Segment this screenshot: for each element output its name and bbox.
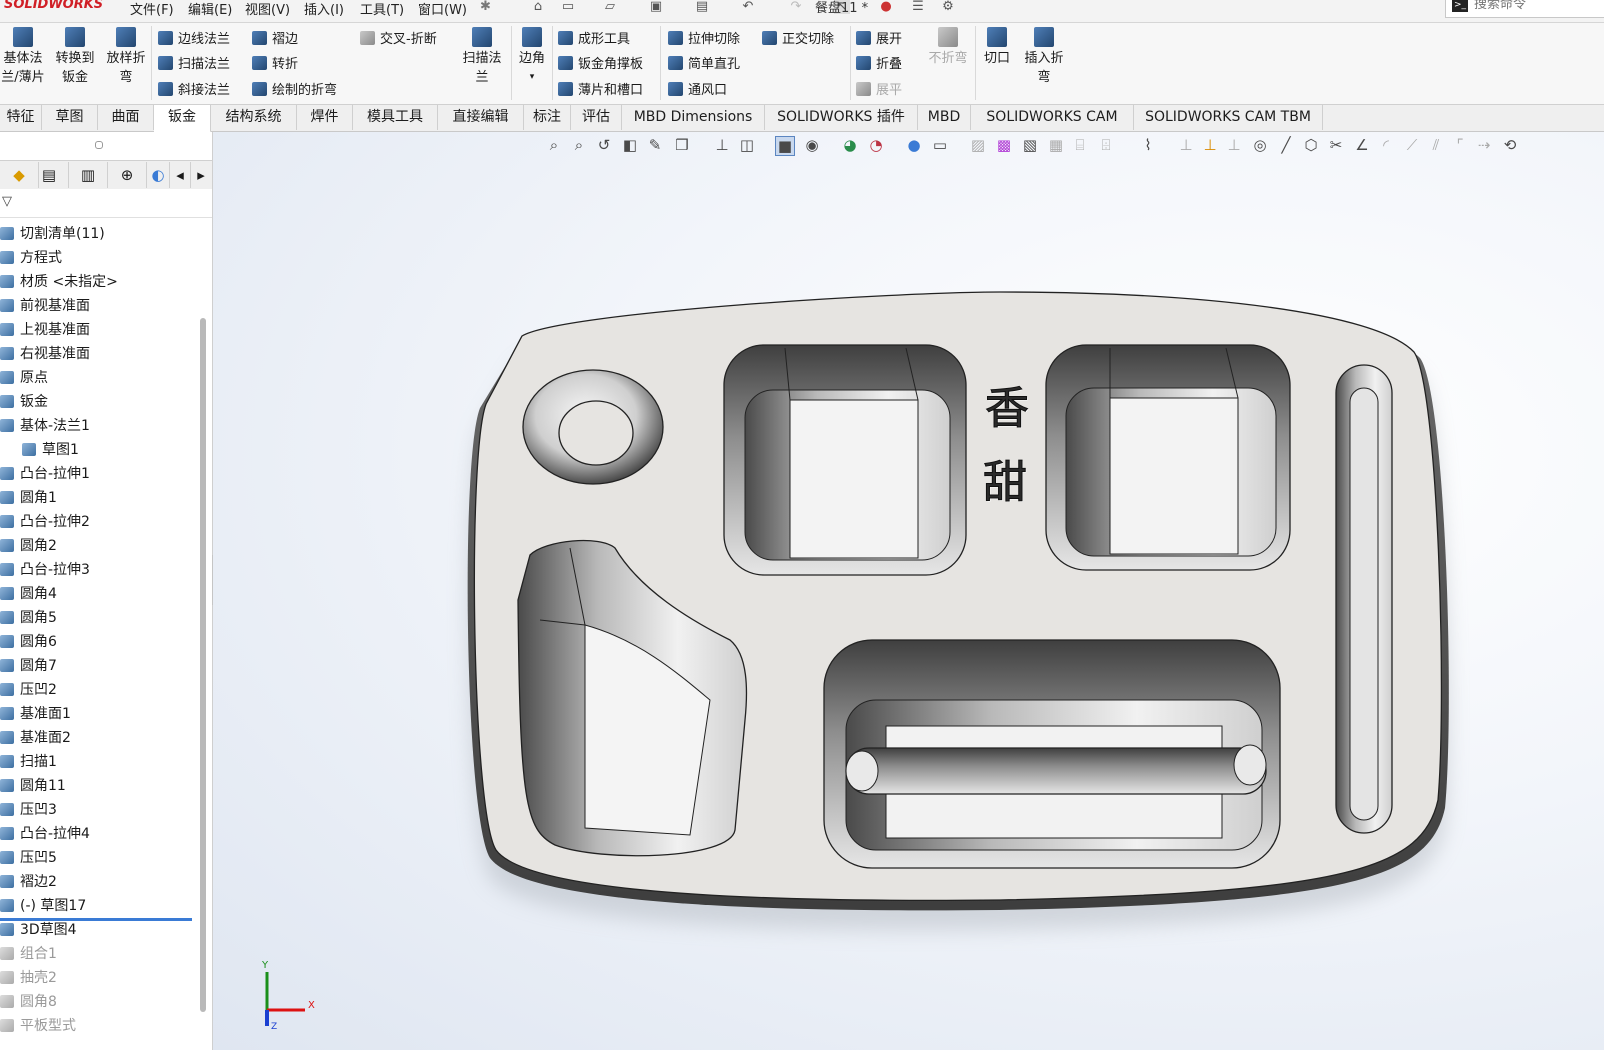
triad-y-label: Y (261, 960, 269, 971)
embossed-text-tian: 甜 (983, 457, 1028, 509)
tray-model[interactable] (0, 0, 1604, 1050)
triad-x-label: X (308, 1000, 315, 1011)
reference-triad[interactable]: Y X Z (245, 950, 325, 1030)
triad-z-label: Z (271, 1022, 277, 1030)
embossed-text-xiang: 香 (985, 383, 1030, 435)
